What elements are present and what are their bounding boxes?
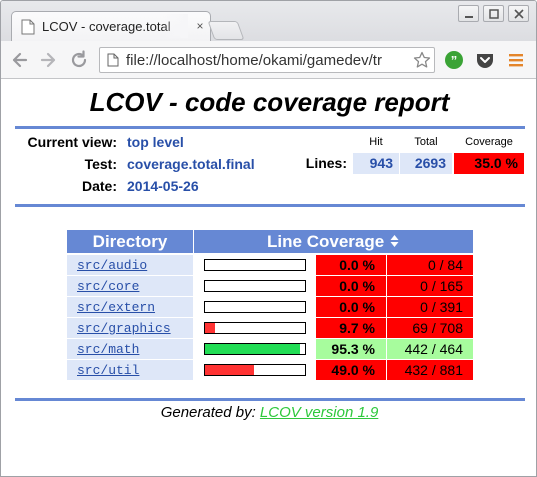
coverage-hit-count: 442 / 464 bbox=[387, 339, 473, 359]
tab-title: LCOV - coverage.total bbox=[42, 19, 171, 34]
lines-hit-value: 943 bbox=[353, 153, 399, 174]
close-icon bbox=[514, 9, 524, 19]
coverage-hit-count: 0 / 165 bbox=[387, 276, 473, 296]
evernote-extension-icon[interactable]: ” bbox=[444, 50, 464, 70]
coverage-rate: 9.7 % bbox=[316, 318, 386, 338]
current-view-link[interactable]: top level bbox=[127, 134, 184, 150]
coverage-bar bbox=[204, 364, 306, 376]
coverage-hit-count: 0 / 391 bbox=[387, 297, 473, 317]
coverage-bar-fill bbox=[205, 344, 300, 354]
new-tab-button[interactable] bbox=[207, 21, 245, 40]
directory-link[interactable]: src/extern bbox=[77, 300, 155, 315]
test-name: coverage.total.final bbox=[127, 156, 255, 172]
browser-toolbar: file://localhost/home/okami/gamedev/tr ” bbox=[1, 41, 536, 79]
coverage-bar-cell bbox=[194, 360, 315, 380]
coverage-rate: 95.3 % bbox=[316, 339, 386, 359]
directory-link[interactable]: src/graphics bbox=[77, 321, 171, 336]
table-row: src/math 95.3 % 442 / 464 bbox=[67, 339, 473, 359]
line-coverage-column-header[interactable]: Line Coverage bbox=[194, 230, 473, 253]
minimize-icon bbox=[465, 16, 473, 18]
maximize-button[interactable] bbox=[483, 5, 504, 22]
coverage-hit-count: 0 / 84 bbox=[387, 255, 473, 275]
directory-link[interactable]: src/math bbox=[77, 342, 139, 357]
bookmark-star-icon[interactable] bbox=[413, 51, 431, 69]
lines-coverage-value: 35.0 % bbox=[454, 153, 524, 174]
lines-label: Lines: bbox=[305, 155, 347, 171]
title-bar: LCOV - coverage.total × bbox=[1, 1, 536, 41]
coverage-column-header: Coverage bbox=[465, 136, 513, 148]
coverage-rate: 0.0 % bbox=[316, 297, 386, 317]
svg-text:”: ” bbox=[451, 53, 458, 68]
directory-cell: src/extern bbox=[67, 297, 193, 317]
coverage-bar bbox=[204, 343, 306, 355]
back-arrow-icon[interactable] bbox=[8, 49, 30, 71]
current-view-label: Current view: bbox=[27, 134, 117, 150]
coverage-rate: 0.0 % bbox=[316, 276, 386, 296]
footer: Generated by: LCOV version 1.9 bbox=[1, 404, 536, 421]
directory-link[interactable]: src/core bbox=[77, 279, 139, 294]
browser-window: LCOV - coverage.total × file://localhost… bbox=[0, 0, 537, 477]
report-date: 2014-05-26 bbox=[127, 178, 199, 194]
page-icon bbox=[107, 53, 119, 67]
date-label: Date: bbox=[81, 178, 117, 194]
coverage-bar-cell bbox=[194, 318, 315, 338]
coverage-rate: 0.0 % bbox=[316, 255, 386, 275]
coverage-bar bbox=[204, 259, 306, 271]
reload-icon[interactable] bbox=[68, 49, 90, 71]
test-label: Test: bbox=[84, 156, 117, 172]
tab-title-fade bbox=[162, 14, 188, 38]
minimize-button[interactable] bbox=[458, 5, 479, 22]
table-row: src/graphics 9.7 % 69 / 708 bbox=[67, 318, 473, 338]
maximize-icon bbox=[489, 9, 499, 19]
lcov-version-link[interactable]: LCOV version 1.9 bbox=[260, 404, 378, 421]
table-row: src/util 49.0 % 432 / 881 bbox=[67, 360, 473, 380]
page-content: LCOV - code coverage report Current view… bbox=[1, 79, 536, 476]
directory-column-header[interactable]: Directory bbox=[67, 230, 193, 253]
middle-ruler bbox=[15, 204, 525, 207]
table-row: src/extern 0.0 % 0 / 391 bbox=[67, 297, 473, 317]
hit-column-header: Hit bbox=[369, 136, 383, 148]
coverage-hit-count: 432 / 881 bbox=[387, 360, 473, 380]
table-row: src/audio 0.0 % 0 / 84 bbox=[67, 255, 473, 275]
directory-cell: src/math bbox=[67, 339, 193, 359]
lines-total-value: 2693 bbox=[400, 153, 452, 174]
coverage-bar bbox=[204, 301, 306, 313]
close-window-button[interactable] bbox=[508, 5, 529, 22]
directory-cell: src/util bbox=[67, 360, 193, 380]
coverage-bar-cell bbox=[194, 297, 315, 317]
browser-tab[interactable]: LCOV - coverage.total × bbox=[11, 11, 211, 41]
menu-icon[interactable] bbox=[506, 50, 526, 70]
directory-cell: src/audio bbox=[67, 255, 193, 275]
coverage-bar-fill bbox=[205, 323, 215, 333]
report-title: LCOV - code coverage report bbox=[89, 87, 450, 117]
tab-close-icon[interactable]: × bbox=[194, 19, 206, 33]
generated-by-label: Generated by: bbox=[160, 404, 256, 421]
table-row: src/core 0.0 % 0 / 165 bbox=[67, 276, 473, 296]
directory-cell: src/graphics bbox=[67, 318, 193, 338]
line-coverage-header-label: Line Coverage bbox=[267, 232, 385, 251]
coverage-rate: 49.0 % bbox=[316, 360, 386, 380]
url-text[interactable]: file://localhost/home/okami/gamedev/tr bbox=[126, 52, 416, 69]
pocket-extension-icon[interactable] bbox=[475, 50, 495, 70]
top-ruler bbox=[15, 126, 525, 129]
directory-link[interactable]: src/audio bbox=[77, 258, 147, 273]
coverage-bar-cell bbox=[194, 276, 315, 296]
address-bar[interactable]: file://localhost/home/okami/gamedev/tr bbox=[99, 47, 435, 73]
directory-header-label: Directory bbox=[92, 232, 168, 251]
document-icon bbox=[21, 19, 35, 35]
coverage-bar-fill bbox=[205, 365, 254, 375]
bottom-ruler bbox=[15, 398, 525, 401]
coverage-bar bbox=[204, 322, 306, 334]
directory-link[interactable]: src/util bbox=[77, 363, 139, 378]
coverage-hit-count: 69 / 708 bbox=[387, 318, 473, 338]
coverage-bar bbox=[204, 280, 306, 292]
total-column-header: Total bbox=[414, 136, 438, 148]
directory-cell: src/core bbox=[67, 276, 193, 296]
sort-arrows-icon[interactable] bbox=[389, 234, 400, 248]
forward-arrow-icon[interactable] bbox=[38, 49, 60, 71]
coverage-bar-cell bbox=[194, 339, 315, 359]
coverage-bar-cell bbox=[194, 255, 315, 275]
